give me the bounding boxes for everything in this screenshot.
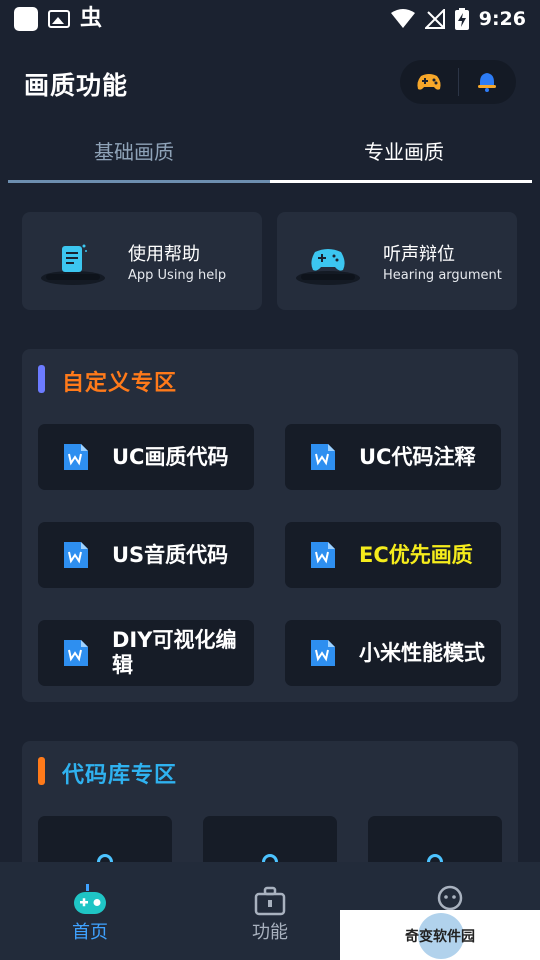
- tab-indicator-active: [270, 180, 532, 183]
- nav-functions-label: 功能: [252, 922, 288, 943]
- hearing-title: 听声辩位: [383, 244, 455, 265]
- diy-visual-edit-label: DIY可视化编辑: [112, 628, 237, 677]
- ec-priority-quality-button[interactable]: EC优先画质: [285, 522, 501, 588]
- uc-code-comment-label: UC代码注释: [359, 444, 476, 469]
- uc-quality-code-label: UC画质代码: [112, 444, 229, 469]
- gamepad-button[interactable]: [400, 60, 458, 104]
- page-title: 画质功能: [24, 71, 129, 100]
- code-library-title: 代码库专区: [62, 763, 178, 788]
- header-action-pill: [400, 60, 516, 104]
- battery-charging-icon: [454, 8, 469, 30]
- watermark-text: 奇变软件园: [405, 929, 475, 945]
- xiaomi-performance-button[interactable]: 小米性能模式: [285, 620, 501, 686]
- gamepad-icon: [417, 74, 441, 90]
- custom-section: 自定义专区 UC画质代码 UC代码注释 US音质代码 EC优先画质 DIY可视化…: [22, 349, 518, 702]
- quality-tabs: 基础画质 专业画质: [0, 128, 540, 184]
- image-notification-icon: [48, 10, 70, 28]
- document-w-icon: [311, 542, 335, 568]
- code-library-accent: [38, 757, 45, 785]
- document-w-icon: [64, 640, 88, 666]
- notification-button[interactable]: [458, 60, 516, 104]
- app-bar: 画质功能: [0, 56, 540, 110]
- document-icon: [41, 244, 105, 285]
- us-sound-code-label: US音质代码: [112, 542, 229, 567]
- xiaomi-performance-label: 小米性能模式: [359, 640, 485, 665]
- nav-functions[interactable]: 功能: [180, 862, 360, 960]
- custom-section-title: 自定义专区: [62, 371, 178, 396]
- hearing-subtitle: Hearing argument: [383, 268, 502, 283]
- nav-home-label: 首页: [72, 922, 108, 943]
- document-w-icon: [311, 444, 335, 470]
- document-w-icon: [311, 640, 335, 666]
- wifi-icon: [390, 9, 415, 28]
- status-bar: 虫 9:26: [0, 0, 540, 38]
- tab-pro-quality[interactable]: 专业画质: [364, 136, 444, 165]
- signal-off-icon: [424, 9, 445, 29]
- diy-visual-edit-button[interactable]: DIY可视化编辑: [38, 620, 254, 686]
- bell-icon: [478, 73, 497, 92]
- site-watermark: 奇变软件园: [340, 910, 540, 960]
- document-w-icon: [64, 444, 88, 470]
- toolbox-icon: [254, 886, 286, 916]
- tab-basic-quality[interactable]: 基础画质: [94, 136, 174, 165]
- custom-section-accent: [38, 365, 45, 393]
- usage-help-card[interactable]: 使用帮助 App Using help: [22, 212, 262, 310]
- robot-icon: [74, 884, 106, 914]
- us-sound-code-button[interactable]: US音质代码: [38, 522, 254, 588]
- usage-help-title: 使用帮助: [128, 244, 200, 265]
- clock: 9:26: [478, 8, 526, 30]
- hearing-card[interactable]: 听声辩位 Hearing argument: [277, 212, 517, 310]
- nav-home[interactable]: 首页: [0, 862, 180, 960]
- usage-help-subtitle: App Using help: [128, 268, 227, 283]
- ec-priority-quality-label: EC优先画质: [359, 542, 473, 567]
- bug-notification-icon: 虫: [80, 6, 103, 31]
- uc-quality-code-button[interactable]: UC画质代码: [38, 424, 254, 490]
- document-w-icon: [64, 542, 88, 568]
- app-notification-icon: [14, 7, 38, 31]
- uc-code-comment-button[interactable]: UC代码注释: [285, 424, 501, 490]
- tab-indicator-inactive: [8, 180, 270, 183]
- game-controller-icon: [296, 249, 360, 285]
